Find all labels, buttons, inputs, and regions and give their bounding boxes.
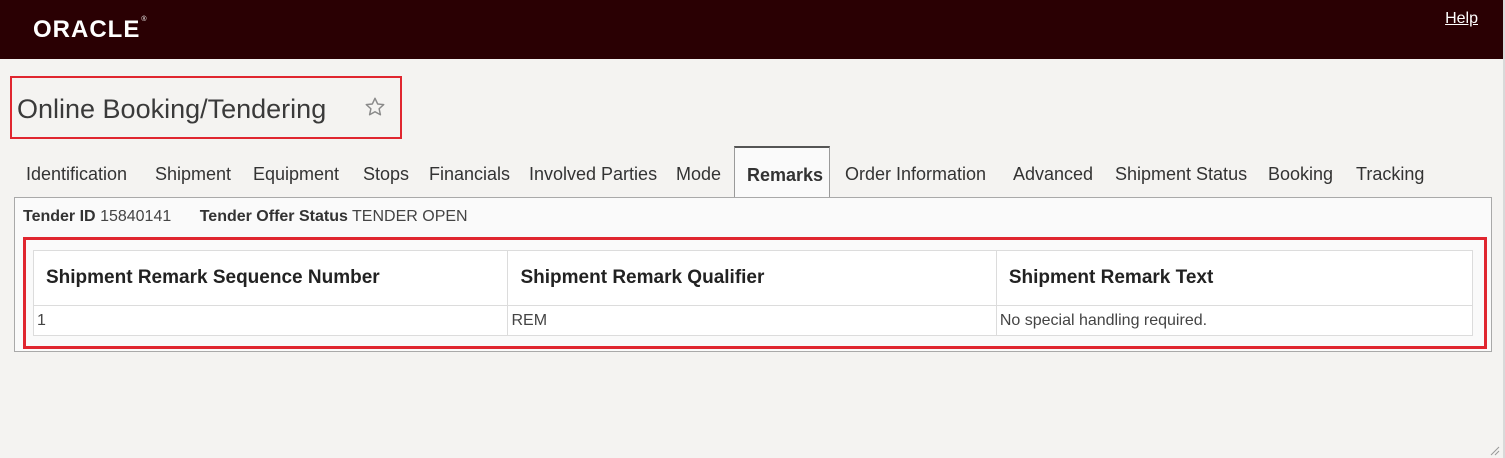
tender-id-label: Tender ID — [23, 208, 96, 225]
tab-booking[interactable]: Booking — [1268, 164, 1333, 185]
tab-involved-parties[interactable]: Involved Parties — [529, 164, 657, 185]
column-header-sequence-number[interactable]: Shipment Remark Sequence Number — [32, 250, 509, 306]
tab-mode[interactable]: Mode — [676, 164, 721, 185]
cell-sequence-number: 1 — [32, 305, 509, 336]
resize-grip-icon[interactable] — [1488, 444, 1500, 456]
tender-id-value: 15840141 — [100, 208, 172, 225]
cell-qualifier: REM — [507, 305, 997, 336]
tender-status-label: Tender Offer Status — [199, 208, 348, 225]
cell-remark-text: No special handling required. — [995, 305, 1474, 336]
table-header-row: Shipment Remark Sequence Number Shipment… — [32, 250, 1474, 306]
tab-advanced[interactable]: Advanced — [1013, 164, 1093, 185]
tab-identification[interactable]: Identification — [26, 164, 127, 185]
favorite-star-icon[interactable] — [364, 96, 386, 118]
tab-order-information[interactable]: Order Information — [845, 164, 986, 185]
tender-info-row: Tender ID 15840141 Tender Offer Status T… — [23, 208, 492, 226]
tab-stops[interactable]: Stops — [363, 164, 409, 185]
tab-remarks[interactable]: Remarks — [734, 146, 831, 198]
tab-equipment[interactable]: Equipment — [253, 164, 339, 185]
top-header-bar: ORACLE® Help — [0, 0, 1503, 59]
column-header-remark-text[interactable]: Shipment Remark Text — [995, 250, 1474, 306]
tab-financials[interactable]: Financials — [429, 164, 510, 185]
column-header-qualifier[interactable]: Shipment Remark Qualifier — [507, 250, 997, 306]
page-title: Online Booking/Tendering — [17, 94, 327, 124]
tab-tracking[interactable]: Tracking — [1356, 164, 1424, 185]
remarks-table: Shipment Remark Sequence Number Shipment… — [32, 250, 1474, 336]
tender-status-value: TENDER OPEN — [352, 208, 468, 225]
tab-shipment-status[interactable]: Shipment Status — [1115, 164, 1247, 185]
tab-shipment[interactable]: Shipment — [155, 164, 231, 185]
help-link[interactable]: Help — [1445, 10, 1478, 28]
tab-bar: Identification Shipment Equipment Stops … — [16, 146, 1496, 198]
table-row[interactable]: 1 REM No special handling required. — [32, 305, 1474, 336]
oracle-logo: ORACLE® — [33, 16, 148, 43]
